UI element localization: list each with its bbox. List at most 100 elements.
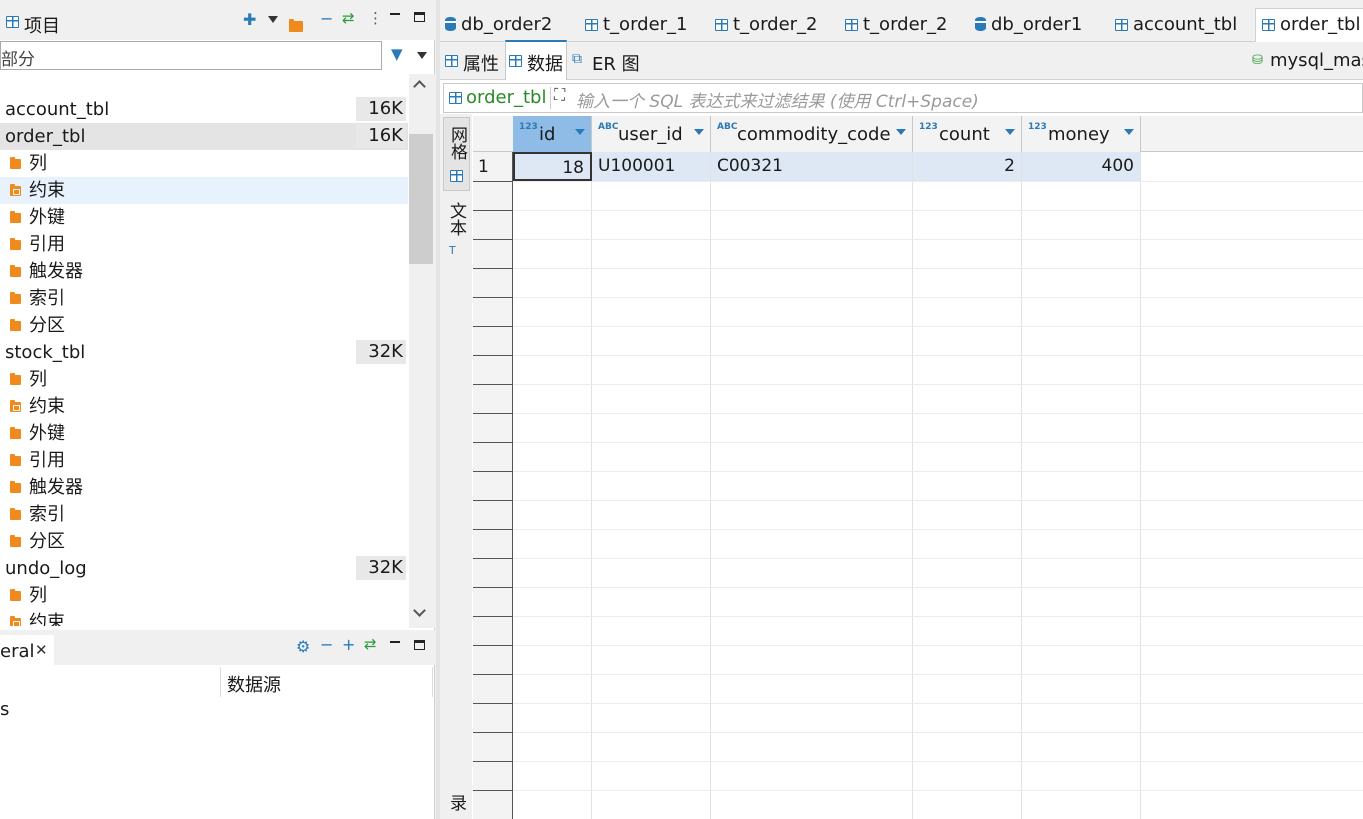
- minimize-icon[interactable]: [390, 13, 400, 16]
- editor-tab[interactable]: t_order_2: [845, 10, 948, 40]
- settings-gear-icon[interactable]: ⚙: [296, 637, 310, 656]
- tree-filter-input[interactable]: 部分: [0, 41, 382, 70]
- tree-item-label: 分区: [29, 315, 65, 336]
- editor-tab[interactable]: db_order1: [975, 10, 1082, 40]
- sub-tab-data[interactable]: 数据: [505, 40, 567, 80]
- tree-item-folder[interactable]: 列: [0, 366, 408, 393]
- scroll-thumb[interactable]: [409, 134, 433, 264]
- tree-item-table[interactable]: undo_log 32K: [0, 555, 408, 582]
- link-editor-icon[interactable]: ⇄: [342, 9, 355, 27]
- column-header[interactable]: ABC commodity_code: [711, 116, 913, 152]
- general-tab[interactable]: eral ✕: [0, 635, 54, 665]
- grid-cell[interactable]: C00321: [711, 152, 913, 181]
- sort-filter-icon[interactable]: [1005, 129, 1015, 135]
- tree-item-folder[interactable]: 分区: [0, 528, 408, 555]
- grid-column-line: [591, 152, 592, 819]
- editor-tab[interactable]: db_order2: [445, 10, 552, 40]
- connection-selector[interactable]: ⛁ mysql_mas: [1250, 48, 1363, 76]
- tree-scrollbar[interactable]: [409, 74, 435, 628]
- tree-item-table[interactable]: account_tbl 16K: [0, 96, 408, 123]
- tree-item-folder[interactable]: 约束: [0, 177, 408, 204]
- tree-item-folder[interactable]: 索引: [0, 285, 408, 312]
- column-header[interactable]: 123 money: [1022, 116, 1141, 152]
- filter-divider: [550, 87, 551, 109]
- grid-cell[interactable]: 400: [1022, 152, 1141, 181]
- database-icon: [445, 17, 456, 31]
- tree-item-folder[interactable]: 触发器: [0, 474, 408, 501]
- editor-tab[interactable]: account_tbl: [1115, 10, 1237, 40]
- editor-tab[interactable]: t_order_2: [715, 10, 818, 40]
- grid-cell[interactable]: U100001: [592, 152, 711, 181]
- tree-item-folder[interactable]: 触发器: [0, 258, 408, 285]
- scroll-up-icon[interactable]: [413, 80, 426, 93]
- collapse-icon[interactable]: −: [320, 9, 333, 28]
- tree-item-table[interactable]: order_tbl 16K: [0, 123, 408, 150]
- grid-cell[interactable]: 2: [913, 152, 1022, 181]
- panel-maximize-icon[interactable]: [414, 640, 425, 650]
- folder-icon: [10, 508, 21, 520]
- data-grid-icon: [509, 55, 522, 67]
- tree-item-label: 列: [29, 153, 47, 174]
- column-header[interactable]: 123 id: [513, 116, 592, 152]
- tree-item-label: 约束: [29, 396, 65, 417]
- expand-filter-icon[interactable]: ⛶: [554, 85, 565, 105]
- row-number-line: [473, 384, 512, 385]
- editor-tab-label: order_tbl: [1280, 14, 1361, 35]
- sort-filter-icon[interactable]: [1124, 129, 1134, 135]
- row-number-line: [473, 761, 512, 762]
- editor-tab-label: account_tbl: [1133, 14, 1238, 35]
- tree-item-folder[interactable]: 引用: [0, 447, 408, 474]
- expand-all-icon[interactable]: +: [342, 635, 355, 654]
- grid-row-line: [513, 326, 1363, 327]
- general-tab-label: eral: [0, 641, 35, 662]
- sub-tab-er[interactable]: ⧉ ER 图: [570, 44, 640, 78]
- tree-item-folder[interactable]: 外键: [0, 204, 408, 231]
- new-folder-icon[interactable]: [289, 19, 303, 32]
- column-header[interactable]: ABC user_id: [592, 116, 711, 152]
- row-number-line: [473, 616, 512, 617]
- tree-item-folder[interactable]: 引用: [0, 231, 408, 258]
- filter-funnel-icon[interactable]: ▼: [391, 45, 403, 63]
- link-icon[interactable]: ⇄: [364, 635, 377, 653]
- folder-icon: [10, 238, 21, 250]
- grid-row-line: [513, 355, 1363, 356]
- project-icon: [6, 16, 19, 28]
- sort-filter-icon[interactable]: [575, 129, 585, 135]
- collapse-all-icon[interactable]: −: [320, 635, 333, 654]
- tree-item-folder[interactable]: 外键: [0, 420, 408, 447]
- tree-item-label: 引用: [29, 450, 65, 471]
- tree-item-folder[interactable]: 列: [0, 582, 408, 609]
- tree-item-folder[interactable]: 约束: [0, 609, 408, 626]
- grid-row-line: [513, 210, 1363, 211]
- side-tab-record[interactable]: 记录: [443, 790, 470, 819]
- sub-tab-properties[interactable]: 属性: [442, 44, 504, 78]
- dropdown-arrow-icon[interactable]: [268, 16, 278, 23]
- datasource-column-header: 数据源: [227, 675, 281, 696]
- tree-item-folder[interactable]: 约束: [0, 393, 408, 420]
- close-tab-icon[interactable]: ✕: [35, 641, 48, 659]
- scroll-down-icon[interactable]: [413, 604, 426, 617]
- tree-item-folder[interactable]: 列: [0, 150, 408, 177]
- grid-row-line: [513, 297, 1363, 298]
- sql-filter-input[interactable]: 输入一个 SQL 表达式来过滤结果 (使用 Ctrl+Space): [576, 87, 979, 112]
- tree-item-folder[interactable]: 分区: [0, 312, 408, 339]
- editor-tab[interactable]: order_tbl: [1262, 10, 1360, 40]
- sub-tab-data-label: 数据: [527, 54, 563, 75]
- side-tab-grid[interactable]: 网格: [443, 117, 470, 191]
- view-menu-icon[interactable]: ⋮: [368, 9, 383, 27]
- filter-dropdown-icon[interactable]: [417, 52, 427, 59]
- tree-item-label: 外键: [29, 207, 65, 228]
- add-connection-icon[interactable]: ✚: [243, 10, 256, 29]
- row-number-line: [473, 645, 512, 646]
- tree-item-table[interactable]: stock_tbl 32K: [0, 339, 408, 366]
- grid-cell[interactable]: 18: [513, 152, 592, 181]
- folder-icon: [10, 454, 21, 466]
- column-header[interactable]: 123 count: [913, 116, 1022, 152]
- tree-item-folder[interactable]: 索引: [0, 501, 408, 528]
- panel-minimize-icon[interactable]: [390, 641, 400, 644]
- sort-filter-icon[interactable]: [896, 129, 906, 135]
- editor-tab[interactable]: t_order_1: [585, 10, 688, 40]
- side-tab-text[interactable]: 文本 T: [443, 198, 470, 264]
- maximize-icon[interactable]: [414, 12, 425, 22]
- sort-filter-icon[interactable]: [694, 129, 704, 135]
